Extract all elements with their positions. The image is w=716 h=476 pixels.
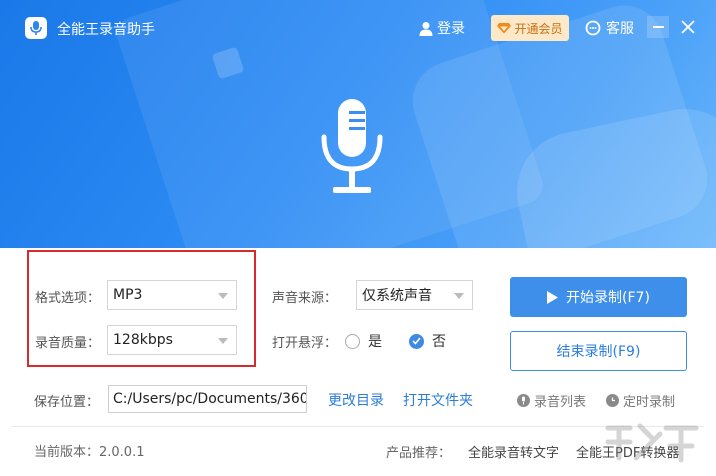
clock-icon <box>606 394 619 407</box>
close-button[interactable] <box>677 16 699 38</box>
save-location-label: 保存位置： <box>34 395 100 410</box>
chevron-down-icon <box>218 293 228 299</box>
format-select[interactable]: MP3 <box>107 280 237 310</box>
quality-label: 录音质量： <box>35 336 101 351</box>
diamond-icon <box>497 23 512 34</box>
app-title: 全能王录音助手 <box>57 22 155 38</box>
radio-unchecked-icon <box>345 333 360 349</box>
minimize-icon <box>652 26 664 28</box>
play-icon <box>547 290 559 304</box>
headset-icon <box>585 20 601 36</box>
quality-value: 128kbps <box>113 332 173 348</box>
microphone-icon <box>321 99 383 193</box>
quality-select[interactable]: 128kbps <box>107 325 237 355</box>
float-label: 打开悬浮： <box>272 336 338 351</box>
recording-list-label: 录音列表 <box>534 395 587 410</box>
service-label: 客服 <box>606 21 634 37</box>
watermark-logo <box>605 423 699 463</box>
radio-checked-icon <box>409 333 424 349</box>
save-path-field[interactable]: C:/Users/pc/Documents/360A <box>108 385 307 413</box>
change-directory-link[interactable]: 更改目录 <box>328 390 384 410</box>
chevron-down-icon <box>454 293 464 299</box>
title-bar: 全能王录音助手 登录 开通会员 客服 <box>0 0 716 56</box>
chevron-down-icon <box>218 338 228 344</box>
recommend-speech-to-text-link[interactable]: 全能录音转文字 <box>468 442 559 461</box>
source-select[interactable]: 仅系统声音 <box>356 280 473 310</box>
recommend-label: 产品推荐： <box>386 446 452 461</box>
vip-label: 开通会员 <box>514 21 563 36</box>
stop-label: 结束录制(F9) <box>556 344 641 360</box>
close-icon <box>681 20 695 34</box>
login-label: 登录 <box>437 21 465 37</box>
minimize-button[interactable] <box>647 16 669 38</box>
source-value: 仅系统声音 <box>362 288 432 304</box>
float-yes-radio[interactable]: 是 <box>345 331 382 351</box>
start-label: 开始录制(F7) <box>566 290 650 306</box>
timed-recording-button[interactable]: 定时录制 <box>606 391 675 410</box>
save-path-value: C:/Users/pc/Documents/360A <box>113 391 307 407</box>
app-logo-icon <box>25 17 47 39</box>
stop-recording-button[interactable]: 结束录制(F9) <box>510 331 687 371</box>
format-label: 格式选项： <box>35 291 101 306</box>
version-text: 当前版本：2.0.0.1 <box>34 445 145 460</box>
open-folder-link[interactable]: 打开文件夹 <box>403 390 473 410</box>
customer-service-button[interactable]: 客服 <box>585 18 634 38</box>
float-yes-label: 是 <box>368 334 382 350</box>
vip-button[interactable]: 开通会员 <box>491 15 569 41</box>
login-button[interactable]: 登录 <box>419 18 465 38</box>
user-icon <box>419 21 433 36</box>
microphone-small-icon <box>517 394 530 407</box>
source-label: 声音来源： <box>272 291 338 306</box>
float-no-radio[interactable]: 否 <box>409 331 446 351</box>
timed-recording-label: 定时录制 <box>623 395 676 410</box>
float-no-label: 否 <box>432 334 446 350</box>
recording-list-button[interactable]: 录音列表 <box>517 391 586 410</box>
format-value: MP3 <box>113 287 143 303</box>
start-recording-button[interactable]: 开始录制(F7) <box>510 277 687 317</box>
